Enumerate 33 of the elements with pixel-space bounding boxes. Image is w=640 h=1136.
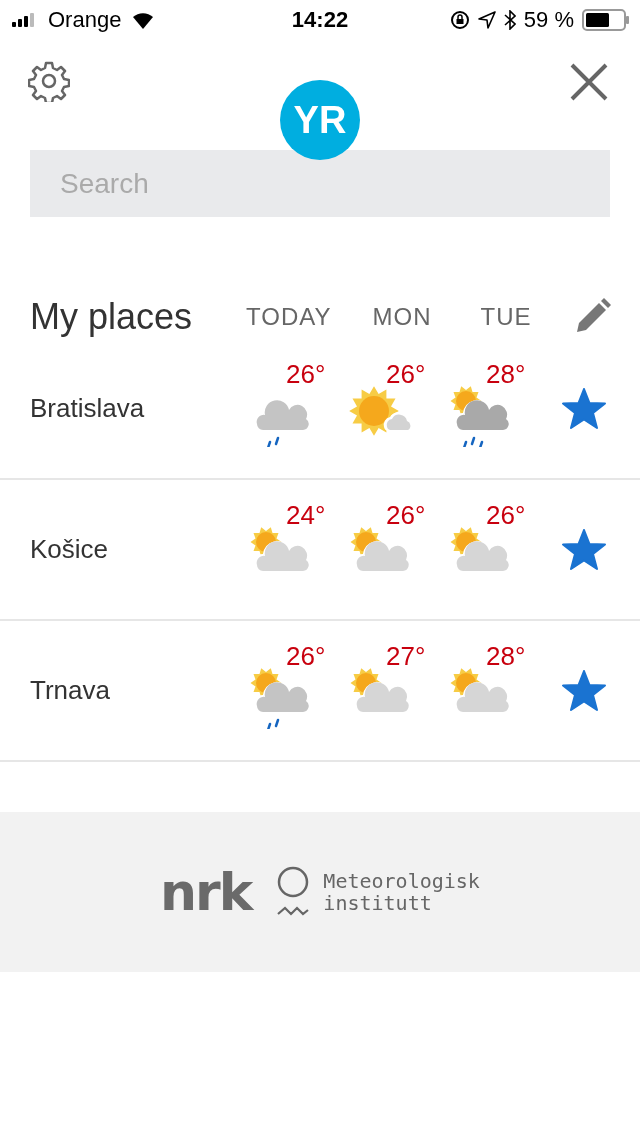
day-label: TODAY [246,303,333,331]
day-label: TUE [479,303,533,331]
place-name[interactable]: Bratislava [30,393,246,424]
star-icon[interactable] [562,387,606,430]
temperature: 26° [386,358,426,390]
temperature: 26° [286,358,326,390]
temperature: 24° [286,499,326,531]
temperature: 27° [386,640,426,672]
status-time: 14:22 [291,7,349,33]
battery-percent: 59 % [523,7,574,33]
temperature: 28° [486,358,526,390]
institute-name: institutt [323,892,432,914]
location-icon [477,11,496,29]
star-icon[interactable] [562,669,606,712]
search-field[interactable]: Search [30,150,610,217]
close-icon[interactable] [569,62,609,102]
rotation-lock-icon [449,10,470,30]
temperature: 26° [486,499,526,531]
place-name[interactable]: Košice [30,534,246,565]
institute-name: Meteorologisk [323,870,480,892]
temperature: 28° [486,640,526,672]
section-title: My places [30,296,194,338]
temperature: 26° [386,499,426,531]
battery-icon [582,9,630,31]
star-icon[interactable] [562,528,606,571]
day-label: MON [371,303,433,331]
temperature: 26° [286,640,326,672]
wifi-icon [131,11,156,29]
place-name[interactable]: Trnava [30,675,246,706]
bluetooth-icon [503,10,516,30]
carrier-name: Orange [48,7,122,33]
nrk-logo: nrk [160,862,252,922]
settings-icon[interactable] [28,60,70,102]
